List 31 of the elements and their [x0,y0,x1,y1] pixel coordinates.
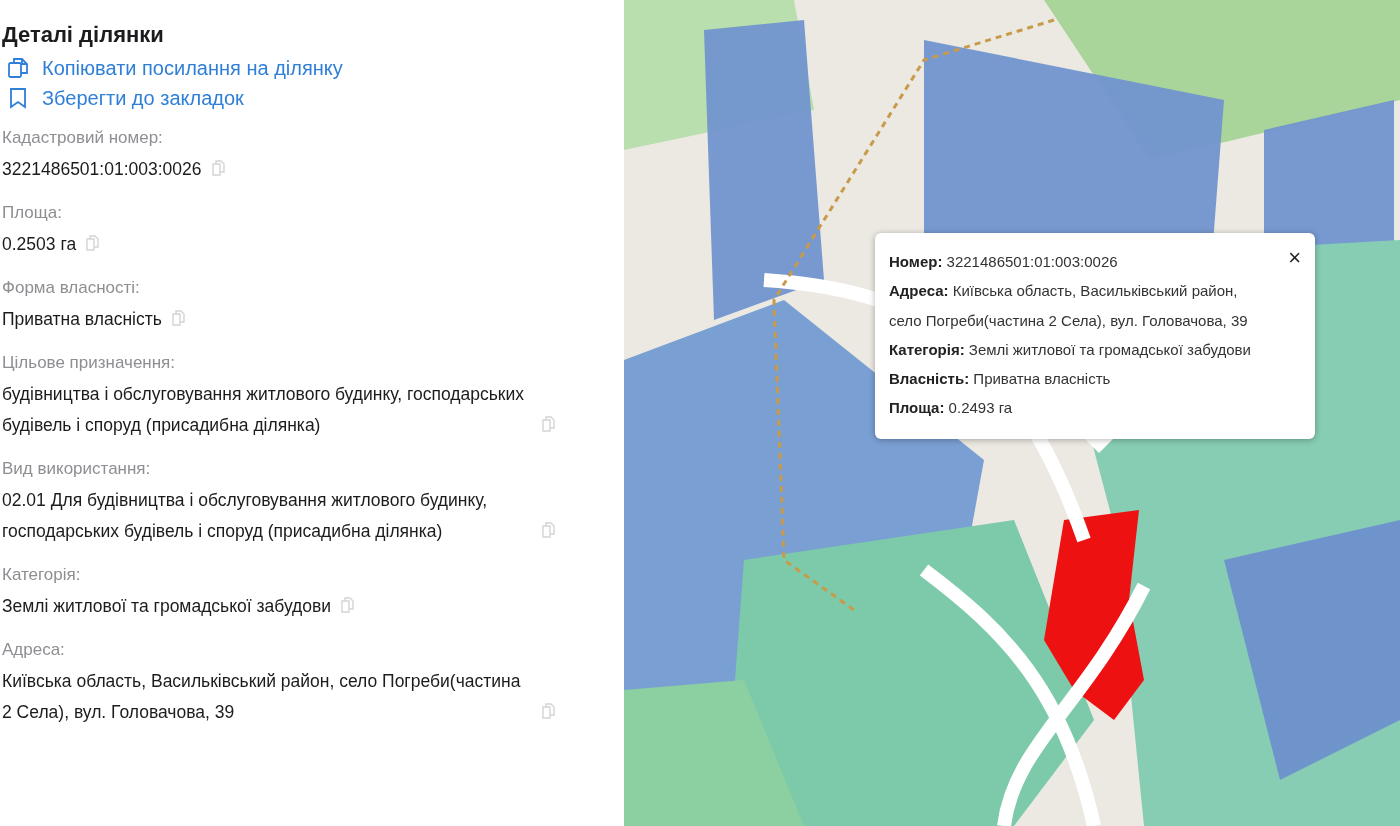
copy-icon[interactable] [84,234,101,252]
field-value: Приватна власність [2,308,162,331]
field-value: Землі житлової та громадської забудови [2,595,332,618]
field-label: Кадастровий номер: [2,127,164,149]
copy-link[interactable]: Копіювати посилання на ділянку [42,56,343,80]
field-value: Київська область, Васильківський район, село Погреби(частина 2 Села), вул. Головачова, 39 [2,670,522,724]
copy-icon[interactable] [209,159,226,177]
field-label: Цільове призначення: [2,352,177,374]
field-label: Форма власності: [2,277,141,299]
field-label: Площа: [2,202,63,224]
copy-icon[interactable] [540,521,556,539]
close-button[interactable]: × [1288,245,1301,271]
copy-icon[interactable] [540,415,556,433]
field-label: Вид використання: [2,458,152,480]
field-label: Категорія: [2,564,82,586]
copy-icon[interactable] [339,596,356,614]
popup-text: Площа: 0.2493 га [889,398,1014,419]
popup-text: Власність: Приватна власність [889,369,1112,390]
copy-icon[interactable] [540,702,556,720]
field-value: 0.2503 га [2,233,77,256]
copy-icon [6,56,30,80]
field-label: Адреса: [2,639,66,661]
field-value: будівництва і обслуговування житлового будинку, господарських будівель і споруд (присадибна ділянка) [2,383,526,437]
popup-text: Номер: 3221486501:01:003:0026 [889,252,1119,272]
popup-text: Категорія: Землі житлової та громадської забудови [889,339,1252,360]
bookmark-link[interactable]: Зберегти до закладок [42,86,244,110]
field-value: 3221486501:01:003:0026 [2,158,202,181]
popup-text: Адреса: Київська область, Васильківський район, село Погреби(частина 2 Села), вул. Головачова, 39 [889,281,1249,331]
panel-title: Деталі ділянки [2,22,165,48]
copy-icon[interactable] [169,309,186,327]
field-value: 02.01 Для будівництва і обслуговування житлового будинку, господарських будівель і споруд (присадибна ділянка) [2,489,489,543]
